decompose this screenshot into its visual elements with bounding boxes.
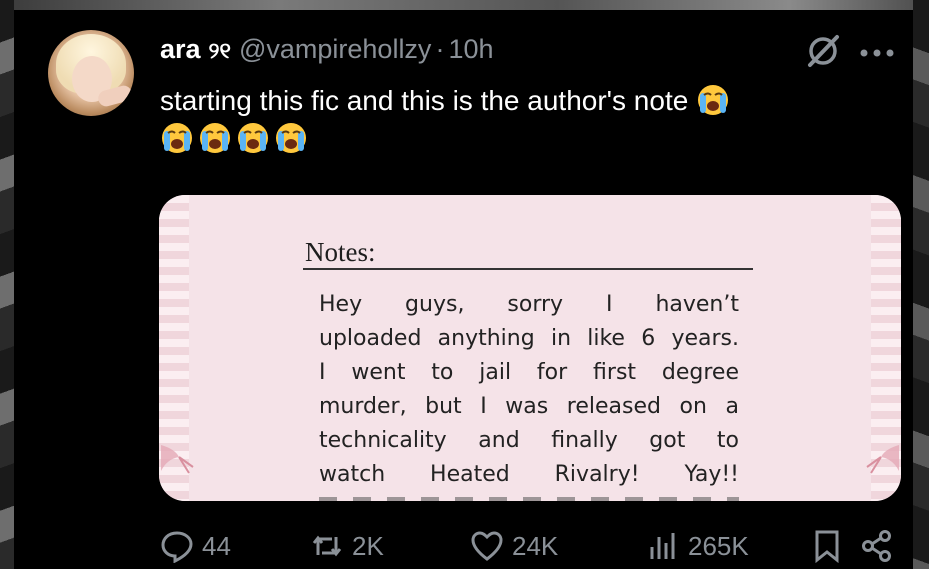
share-icon [862,530,891,562]
repost-count: 2K [352,530,384,561]
more-icon[interactable] [859,48,895,58]
action-bar: 44 2K 24K 265K [160,526,900,566]
name-glyph: ୨୧ [208,39,231,64]
loudly-crying-face-icon [200,123,230,153]
tweet-header: ara ୨୧ @vampirehollzy · 10h [160,34,494,70]
loudly-crying-face-icon [276,123,306,153]
notes-line: watch Heated Rivalry! Yay!! [319,462,739,487]
display-name[interactable]: ara [160,34,201,65]
reply-icon [161,531,193,563]
like-button[interactable]: 24K [470,526,558,566]
like-count: 24K [512,530,559,561]
notes-line: murder, but I was released on a [319,394,739,419]
avatar[interactable] [48,30,134,116]
tweet-text-body: starting this fic and this is the author… [160,85,689,116]
loudly-crying-face-icon [162,123,192,153]
tweet: ara ୨୧ @vampirehollzy · 10h starting thi… [14,10,913,569]
media-image[interactable]: Notes: Hey guys, sorry I haven’t uploade… [159,195,901,501]
grok-icon[interactable] [804,32,842,70]
tweet-text: starting this fic and this is the author… [160,82,880,158]
notes-body: Hey guys, sorry I haven’t uploaded anyth… [319,288,739,492]
notes-heading: Notes: [305,237,376,267]
reply-count: 44 [202,530,231,561]
bow-icon [161,445,194,474]
bow-icon [866,445,899,474]
notes-line: Hey guys, sorry I haven’t [319,292,739,317]
repost-icon [312,535,342,557]
notes-line: technicality and finally got to [319,428,739,453]
like-icon [471,531,503,561]
timestamp[interactable]: 10h [448,34,493,65]
share-button[interactable] [860,526,902,566]
separator: · [435,34,445,64]
bookmark-button[interactable] [810,526,852,566]
bookmark-icon [815,530,839,563]
handle[interactable]: @vampirehollzy [239,34,431,65]
notes-line: uploaded anything in like 6 years. [319,326,739,351]
background-blur-top [0,0,929,10]
notes-divider [303,268,753,270]
views-button[interactable]: 265K [646,526,749,566]
loudly-crying-face-icon [238,123,268,153]
views-icon [650,533,675,559]
notes-cutoff-line [319,493,739,501]
loudly-crying-face-icon [698,85,729,115]
notes-line: I went to jail for first degree [319,360,739,385]
repost-button[interactable]: 2K [310,526,384,566]
reply-button[interactable]: 44 [160,526,231,566]
view-count: 265K [688,530,749,561]
background-blur-right [913,0,929,569]
background-blur-left [0,0,14,569]
